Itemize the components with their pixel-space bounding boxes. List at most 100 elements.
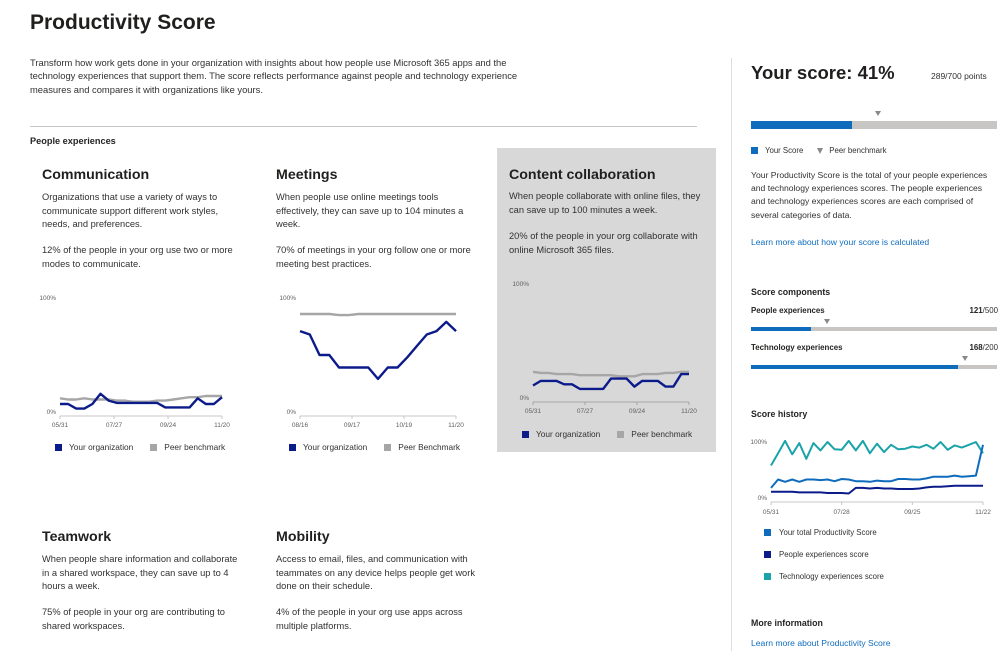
content-collaboration-chart: 100% 0% 05/31 07/27 09/24 11/20 (512, 281, 697, 415)
y-tick-label: 0% (47, 409, 57, 416)
x-tick-label: 11/22 (975, 509, 991, 516)
card-description: When people use online meetings tools ef… (276, 192, 464, 230)
legend-swatch-peer (384, 443, 392, 451)
score-title: Your score: 41% (751, 62, 895, 83)
score-points: 289/700 points (931, 71, 987, 81)
score-bar-fill (751, 121, 852, 129)
y-tick-label: 0% (758, 495, 768, 502)
x-tick-label: 07/27 (577, 408, 594, 415)
card-title: Teamwork (42, 529, 112, 545)
card-title: Content collaboration (509, 167, 656, 183)
x-tick-label: 08/16 (292, 422, 309, 429)
component-value-technology: 168/200 (969, 343, 998, 352)
x-tick-label: 09/17 (344, 422, 361, 429)
card-description: When people collaborate with online file… (509, 191, 701, 215)
x-tick-label: 10/19 (396, 422, 413, 429)
component-bar-people (751, 327, 997, 331)
y-tick-label: 100% (279, 295, 296, 302)
x-tick-label: 05/31 (52, 422, 69, 429)
x-tick-label: 11/20 (448, 422, 464, 429)
legend-people-label: People experiences score (779, 550, 869, 559)
x-tick-label: 09/24 (629, 408, 646, 415)
card-stat: 12% of the people in your org use two or… (42, 245, 233, 269)
legend-swatch-technology (764, 573, 771, 580)
y-tick-label: 100% (512, 281, 529, 288)
x-tick-label: 11/20 (681, 408, 697, 415)
chart-legend: Your organization Peer benchmark (522, 429, 692, 439)
x-tick-label: 05/31 (525, 408, 542, 415)
y-tick-label: 100% (39, 295, 56, 302)
legend-swatch-people (764, 551, 771, 558)
more-information-heading: More information (751, 618, 823, 628)
legend-swatch-score (751, 147, 758, 154)
component-bar-fill (751, 327, 811, 331)
x-tick-label: 05/31 (763, 509, 780, 516)
x-tick-label: 09/25 (904, 509, 921, 516)
component-value-people: 121/500 (969, 306, 998, 315)
legend-swatch-org (55, 443, 62, 451)
series-line (532, 370, 689, 378)
history-legend-technology: Technology experiences score (764, 572, 884, 581)
card-communication[interactable]: Communication Organizations that use a v… (30, 150, 255, 460)
legend-peer-label: Peer benchmark (164, 442, 226, 452)
x-tick-label: 09/24 (160, 422, 177, 429)
section-divider (30, 126, 697, 127)
score-description: Your Productivity Score is the total of … (751, 170, 988, 220)
legend-peer-label: Peer Benchmark (398, 442, 461, 452)
card-description: When people share information and collab… (42, 554, 238, 592)
score-components-heading: Score components (751, 287, 831, 297)
history-legend-total: Your total Productivity Score (764, 528, 877, 537)
legend-swatch-org (522, 430, 529, 438)
component-label-technology: Technology experiences (751, 343, 843, 352)
score-bar (751, 121, 997, 129)
page-title: Productivity Score (30, 11, 216, 34)
score-history-heading: Score history (751, 409, 808, 419)
series-line (770, 439, 984, 466)
series-line (300, 312, 456, 317)
card-mobility[interactable]: Mobility Access to email, files, and com… (264, 512, 489, 647)
score-legend: Your Score Peer benchmark (751, 146, 887, 155)
legend-swatch-peer (617, 430, 625, 438)
card-title: Mobility (276, 529, 330, 545)
intro-text: Transform how work gets done in your org… (30, 57, 518, 95)
section-label: People experiences (30, 136, 116, 146)
legend-score-label: Your Score (765, 146, 804, 155)
card-stat: 75% of people in your org are contributi… (42, 607, 225, 631)
meetings-chart: 100% 0% 08/16 09/17 10/19 11/20 (279, 295, 464, 429)
learn-score-calculation-link[interactable]: Learn more about how your score is calcu… (751, 237, 929, 247)
card-content-collaboration[interactable]: Content collaboration When people collab… (497, 148, 716, 452)
legend-swatch-org (289, 443, 296, 451)
benchmark-marker (875, 111, 882, 116)
legend-swatch-peer (150, 443, 158, 451)
component-bar-technology (751, 365, 997, 369)
card-stat: 20% of the people in your org collaborat… (509, 231, 698, 255)
y-tick-label: 100% (750, 439, 767, 446)
chart-legend: Your organization Peer benchmark (55, 442, 225, 452)
legend-org-label: Your organization (69, 442, 134, 452)
chart-legend: Your organization Peer Benchmark (289, 442, 460, 452)
legend-triangle-icon (817, 147, 824, 154)
panel-divider (731, 58, 732, 651)
series-line (771, 484, 983, 495)
legend-peer-label: Peer benchmark (631, 429, 693, 439)
legend-total-label: Your total Productivity Score (779, 528, 877, 537)
component-bar-fill (751, 365, 958, 369)
legend-org-label: Your organization (303, 442, 368, 452)
card-meetings[interactable]: Meetings When people use online meetings… (264, 150, 489, 460)
y-tick-label: 0% (287, 409, 297, 416)
legend-technology-label: Technology experiences score (779, 572, 884, 581)
card-stat: 4% of the people in your org use apps ac… (276, 607, 463, 631)
card-description: Access to email, files, and communicatio… (276, 554, 475, 592)
component-label-people: People experiences (751, 306, 825, 315)
legend-org-label: Your organization (536, 429, 601, 439)
card-teamwork[interactable]: Teamwork When people share information a… (30, 512, 255, 647)
card-stat: 70% of meetings in your org follow one o… (276, 245, 471, 269)
component-benchmark-marker (823, 319, 830, 324)
history-legend-people: People experiences score (764, 550, 869, 559)
score-history-chart: 100% 0% 05/31 07/28 09/25 11/22 (750, 439, 991, 516)
x-tick-label: 07/28 (834, 509, 851, 516)
y-tick-label: 0% (520, 395, 530, 402)
communication-chart: 100% 0% 05/31 07/27 09/24 11/20 (39, 295, 230, 429)
learn-productivity-score-link[interactable]: Learn more about Productivity Score (751, 638, 890, 648)
x-tick-label: 11/20 (214, 422, 230, 429)
